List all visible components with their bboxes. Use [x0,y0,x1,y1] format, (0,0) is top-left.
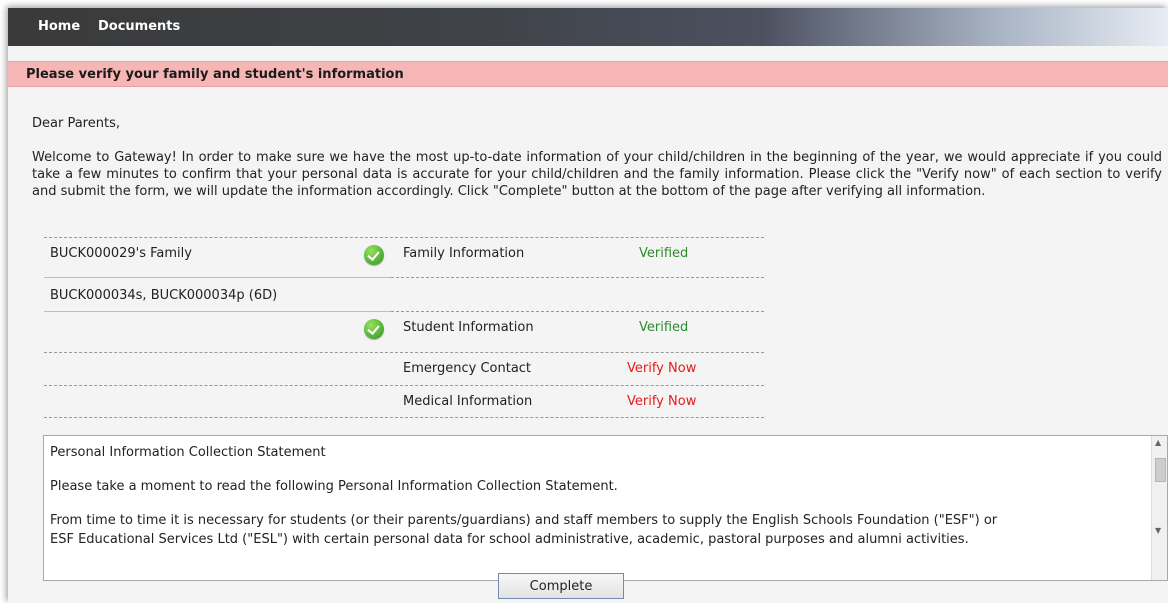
table-divider [44,352,764,353]
family-name: BUCK000029's Family [50,246,192,261]
scroll-down-icon[interactable]: ▼ [1155,526,1161,535]
student-info-status: Verified [639,320,689,335]
student-info-label: Student Information [403,320,534,335]
statement-line: ESF Educational Services Ltd ("ESL") wit… [50,532,969,547]
page-frame: Home Documents Please verify your family… [8,8,1168,603]
table-divider [44,311,391,312]
family-status: Verified [639,246,689,261]
medical-info-label: Medical Information [403,394,533,409]
statement-line: Please take a moment to read the followi… [50,479,618,494]
table-divider [391,277,764,278]
table-divider [44,277,391,278]
check-icon [364,319,384,339]
greeting-text: Dear Parents, [32,116,120,131]
statement-scrollbar[interactable]: ▲ ▼ [1151,436,1167,580]
emergency-verify-link[interactable]: Verify Now [627,361,696,376]
statement-line: From time to time it is necessary for st… [50,513,998,528]
student-label: BUCK000034s, BUCK000034p (6D) [50,288,278,303]
table-divider [44,417,764,418]
nav-home-link[interactable]: Home [38,19,80,34]
top-nav-bar: Home Documents [8,8,1168,46]
medical-verify-link[interactable]: Verify Now [627,394,696,409]
nav-documents-link[interactable]: Documents [98,19,180,34]
scroll-up-icon[interactable]: ▲ [1155,438,1161,447]
intro-paragraph: Welcome to Gateway! In order to make sur… [32,150,1162,199]
scrollbar-thumb[interactable] [1155,458,1166,482]
family-section-label: Family Information [403,246,525,261]
statement-textbox[interactable]: Personal Information Collection Statemen… [43,435,1168,581]
table-divider [391,311,764,312]
complete-button[interactable]: Complete [498,573,624,599]
verify-banner: Please verify your family and student's … [8,61,1168,87]
banner-title: Please verify your family and student's … [26,67,404,82]
table-divider [44,385,764,386]
check-icon [364,245,384,265]
emergency-contact-label: Emergency Contact [403,361,532,376]
statement-heading: Personal Information Collection Statemen… [50,445,326,460]
table-divider [44,237,764,238]
